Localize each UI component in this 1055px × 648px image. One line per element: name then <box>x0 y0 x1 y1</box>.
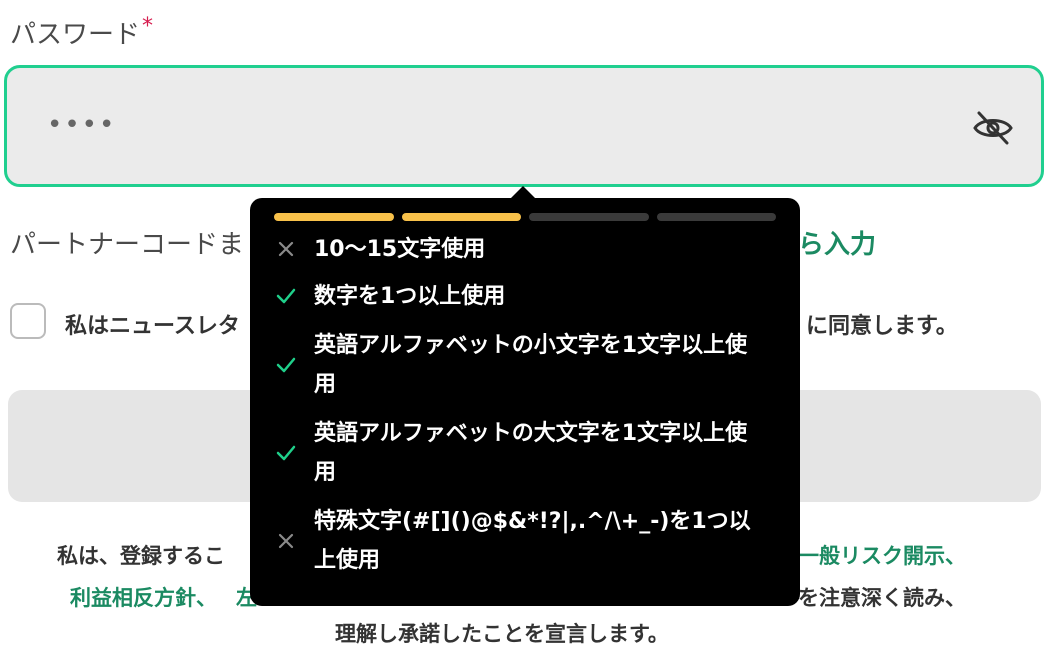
newsletter-text-end: に同意します。 <box>806 314 958 339</box>
footer-text-line3: 理解し承諾したことを宣言します。 <box>335 622 669 646</box>
requirement-item: 特殊文字(#[]()@$&*!?|,.^/\+_-)を1つ以上使用 <box>274 502 774 580</box>
required-asterisk: * <box>142 14 154 39</box>
strength-segment <box>529 213 649 221</box>
requirement-text: 特殊文字(#[]()@$&*!?|,.^/\+_-)を1つ以上使用 <box>314 509 751 573</box>
partner-code-link[interactable]: ら入力 <box>798 224 876 261</box>
password-label: パスワード* <box>10 14 153 51</box>
requirement-text: 英語アルファベットの小文字を1文字以上使用 <box>314 333 748 397</box>
requirement-item: 英語アルファベットの小文字を1文字以上使用 <box>274 326 774 404</box>
newsletter-checkbox[interactable] <box>10 303 46 339</box>
footer-conflict-link[interactable]: 利益相反方針、 <box>70 582 217 612</box>
cross-icon <box>274 237 298 261</box>
requirement-text: 英語アルファベットの大文字を1文字以上使用 <box>314 421 748 485</box>
requirement-item: 英語アルファベットの大文字を1文字以上使用 <box>274 414 774 492</box>
check-icon <box>274 284 298 308</box>
cross-icon <box>274 529 298 553</box>
strength-segment <box>656 213 776 221</box>
password-input[interactable]: •••• <box>4 65 1044 187</box>
password-value: •••• <box>47 110 117 140</box>
footer-risk-link[interactable]: 一般リスク開示、 <box>798 540 966 570</box>
check-icon <box>274 441 298 465</box>
password-strength-meter <box>274 213 776 221</box>
eye-off-icon[interactable] <box>971 108 1015 148</box>
requirement-item: 数字を1つ以上使用 <box>274 278 774 314</box>
newsletter-text: 私はニュースレタ <box>65 314 240 339</box>
requirement-text: 10〜15文字使用 <box>314 236 486 262</box>
password-requirements-tooltip: 10〜15文字使用 数字を1つ以上使用英語アルファベットの小文字を1文字以上使用英… <box>250 198 800 606</box>
requirement-text: 数字を1つ以上使用 <box>314 283 506 309</box>
requirement-item: 10〜15文字使用 <box>274 232 774 266</box>
footer-text-line2: を注意深く読み、 <box>798 586 966 610</box>
strength-segment <box>274 213 394 221</box>
password-label-text: パスワード <box>10 20 141 50</box>
partner-code-text: パートナーコードま <box>10 230 245 260</box>
strength-segment <box>401 213 521 221</box>
check-icon <box>274 353 298 377</box>
footer-text-line1: 私は、登録するこ <box>57 544 225 568</box>
